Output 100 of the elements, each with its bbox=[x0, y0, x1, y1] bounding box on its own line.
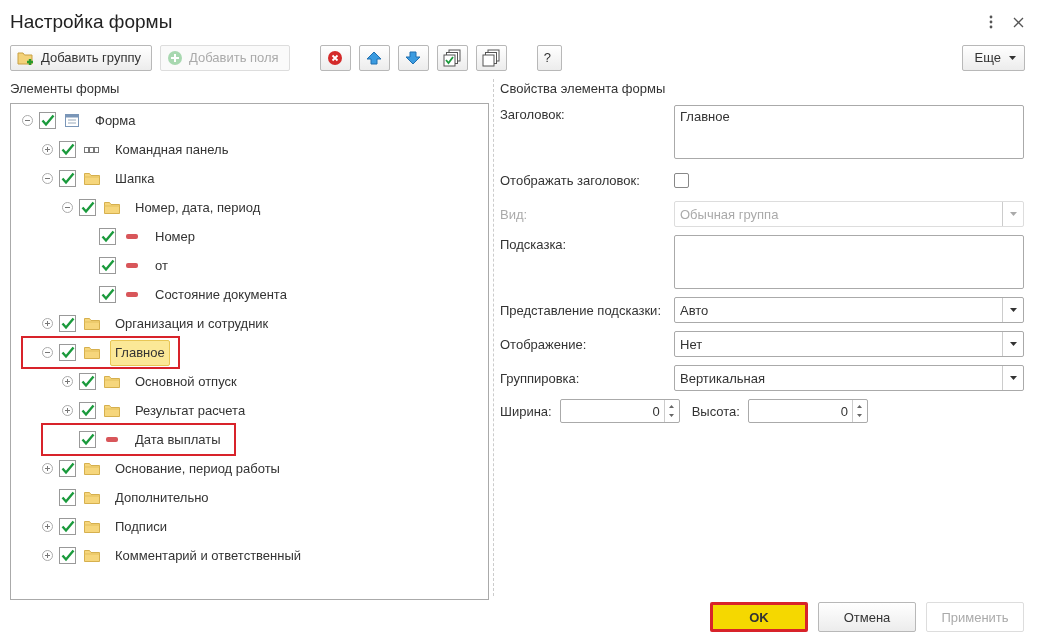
field-label: Заголовок: bbox=[500, 106, 566, 122]
number-field[interactable]: 0 bbox=[559, 399, 680, 423]
folder-icon bbox=[84, 317, 100, 330]
toolbar-icon-button[interactable] bbox=[397, 44, 429, 71]
folder-icon bbox=[104, 404, 120, 417]
folder-icon bbox=[84, 549, 100, 562]
toolbar-button[interactable]: Добавить группу bbox=[10, 44, 152, 71]
checkbox[interactable] bbox=[59, 141, 76, 158]
caret-icon bbox=[1009, 308, 1017, 312]
checkbox[interactable] bbox=[99, 286, 116, 303]
checkbox[interactable] bbox=[674, 172, 689, 188]
checkbox[interactable] bbox=[59, 489, 76, 506]
tree-item-label[interactable]: от bbox=[150, 254, 173, 277]
field-label: Отображать заголовок: bbox=[500, 172, 641, 188]
expand-icon[interactable] bbox=[42, 521, 53, 532]
dropdown-field[interactable]: Авто bbox=[674, 297, 1024, 323]
checkbox[interactable] bbox=[99, 257, 116, 274]
expand-icon[interactable] bbox=[42, 463, 53, 474]
tree-item-label[interactable]: Командная панель bbox=[110, 138, 234, 161]
field-label: Представление подсказки: bbox=[500, 302, 662, 318]
checkbox[interactable] bbox=[79, 199, 96, 216]
dialog-button[interactable]: Отмена bbox=[818, 602, 916, 632]
toolbar-icon-button[interactable] bbox=[475, 44, 507, 71]
dropdown-field[interactable]: Вертикальная bbox=[674, 365, 1024, 391]
field-label: Отображение: bbox=[500, 336, 588, 352]
delete-icon bbox=[327, 49, 344, 66]
text-area[interactable] bbox=[674, 235, 1024, 289]
collapse-icon[interactable] bbox=[42, 173, 53, 184]
collapse-icon[interactable] bbox=[42, 347, 53, 358]
checkbox[interactable] bbox=[59, 547, 76, 564]
toolbar-icon-button[interactable] bbox=[436, 44, 468, 71]
tree-item-label[interactable]: Шапка bbox=[110, 167, 160, 190]
expand-icon[interactable] bbox=[62, 405, 73, 416]
caret-icon bbox=[1009, 342, 1017, 346]
tree-item-label[interactable]: Дата выплаты bbox=[130, 428, 226, 451]
tree-item-label[interactable]: Основной отпуск bbox=[130, 370, 242, 393]
checkbox[interactable] bbox=[79, 431, 96, 448]
folder-icon bbox=[104, 201, 120, 214]
spin-arrows-icon[interactable] bbox=[857, 404, 863, 418]
toolbar-button[interactable]: ? bbox=[536, 44, 562, 71]
field-icon bbox=[126, 292, 138, 297]
tree-item-label[interactable]: Форма bbox=[90, 109, 141, 132]
field-icon bbox=[126, 263, 138, 268]
tree-item-label[interactable]: Основание, период работы bbox=[110, 457, 285, 480]
window-title: Настройка формы bbox=[10, 11, 173, 33]
collapse-icon[interactable] bbox=[22, 115, 33, 126]
expand-icon[interactable] bbox=[42, 318, 53, 329]
pages-icon bbox=[482, 48, 501, 67]
folder-icon bbox=[84, 520, 100, 533]
caret-icon bbox=[1009, 376, 1017, 380]
toolbar-icon-button[interactable] bbox=[358, 44, 390, 71]
expand-icon[interactable] bbox=[62, 376, 73, 387]
tree-item-label[interactable]: Дополнительно bbox=[110, 486, 214, 509]
checkbox[interactable] bbox=[39, 112, 56, 129]
checkbox[interactable] bbox=[79, 402, 96, 419]
text-area[interactable]: Главное bbox=[674, 105, 1024, 159]
tree-item-label[interactable]: Главное bbox=[110, 339, 170, 366]
more-button[interactable]: Еще bbox=[961, 44, 1025, 71]
spin-arrows-icon[interactable] bbox=[669, 404, 675, 418]
dialog-button[interactable]: OK bbox=[710, 602, 808, 632]
checkbox[interactable] bbox=[99, 228, 116, 245]
tree-item-label[interactable]: Номер, дата, период bbox=[130, 196, 266, 219]
more-menu-icon[interactable] bbox=[989, 15, 993, 29]
field-label: Ширина: bbox=[500, 403, 552, 419]
tree-item-label[interactable]: Комментарий и ответственный bbox=[110, 544, 307, 567]
tree-item-label[interactable]: Результат расчета bbox=[130, 399, 251, 422]
collapse-icon[interactable] bbox=[62, 202, 73, 213]
folder-icon bbox=[84, 491, 100, 504]
caret-icon bbox=[1009, 212, 1017, 216]
checkbox[interactable] bbox=[59, 460, 76, 477]
checkbox[interactable] bbox=[59, 170, 76, 187]
field-label: Высота: bbox=[691, 403, 740, 419]
toolbar-icon-button[interactable] bbox=[319, 44, 351, 71]
checked-pages-icon bbox=[443, 48, 462, 67]
expand-icon[interactable] bbox=[42, 144, 53, 155]
arrow-down-icon bbox=[405, 50, 422, 65]
folder-icon bbox=[84, 346, 100, 359]
field-icon bbox=[106, 437, 118, 442]
checkbox[interactable] bbox=[59, 518, 76, 535]
plus-circle-icon bbox=[167, 49, 183, 66]
field-label: Вид: bbox=[500, 206, 529, 222]
checkbox[interactable] bbox=[59, 344, 76, 361]
tree-item-label[interactable]: Организация и сотрудник bbox=[110, 312, 274, 335]
tree-item-label[interactable]: Подписи bbox=[110, 515, 172, 538]
checkbox[interactable] bbox=[59, 315, 76, 332]
folder-icon bbox=[84, 462, 100, 475]
expand-icon[interactable] bbox=[42, 550, 53, 561]
form-icon bbox=[65, 114, 79, 127]
close-icon[interactable] bbox=[1013, 16, 1024, 28]
checkbox[interactable] bbox=[79, 373, 96, 390]
tree-item-label[interactable]: Состояние документа bbox=[150, 283, 292, 306]
dropdown-field[interactable]: Нет bbox=[674, 331, 1024, 357]
field-label: Подсказка: bbox=[500, 236, 568, 252]
folder-add-icon bbox=[17, 49, 35, 66]
section-title: Элементы формы bbox=[10, 80, 121, 98]
tree-item-label[interactable]: Номер bbox=[150, 225, 200, 248]
folder-icon bbox=[104, 375, 120, 388]
number-field[interactable]: 0 bbox=[747, 399, 868, 423]
arrow-up-icon bbox=[366, 50, 383, 65]
section-title: Свойства элемента формы bbox=[500, 80, 667, 98]
